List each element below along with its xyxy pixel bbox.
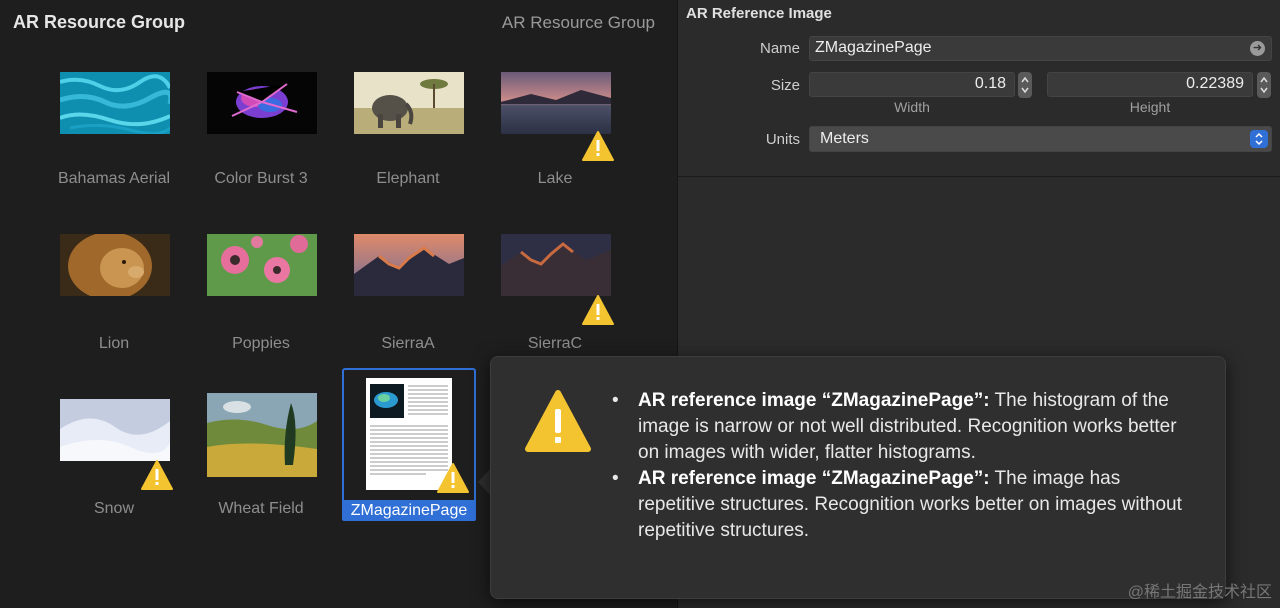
image-item-poppies[interactable]: Poppies — [187, 228, 335, 378]
warning-item: AR reference image “ZMagazinePage”: The … — [612, 388, 1202, 466]
inspector-divider — [678, 176, 1280, 177]
image-item-sierra-a[interactable]: SierraA — [334, 228, 482, 378]
name-label: Name — [759, 40, 800, 57]
xcode-ar-editor: AR Resource Group AR Resource Group Baha… — [0, 0, 1280, 608]
warning-icon[interactable] — [581, 130, 615, 162]
group-title-secondary: AR Resource Group — [501, 13, 655, 32]
image-item-elephant[interactable]: Elephant — [334, 66, 482, 216]
thumbnail-elephant — [354, 72, 464, 134]
image-item-lake[interactable]: Lake — [481, 66, 629, 216]
height-value: 0.22389 — [1186, 75, 1244, 92]
image-caption: Color Burst 3 — [214, 170, 308, 187]
image-caption: Snow — [93, 500, 135, 517]
image-caption: SierraA — [381, 335, 435, 352]
thumbnail-lake — [501, 72, 611, 134]
warning-icon[interactable] — [581, 294, 615, 326]
image-caption: Lake — [537, 170, 573, 187]
thumbnail-bahamas — [60, 72, 170, 134]
name-value: ZMagazinePage — [815, 39, 932, 56]
thumbnail-snow — [60, 399, 170, 461]
warning-icon[interactable] — [436, 462, 470, 494]
width-stepper[interactable] — [1018, 72, 1032, 98]
image-caption: Elephant — [376, 170, 440, 187]
thumbnail-lion — [60, 234, 170, 296]
image-item-lion[interactable]: Lion — [40, 228, 188, 378]
units-value: Meters — [820, 130, 869, 147]
image-item-snow[interactable]: Snow — [40, 393, 188, 543]
height-label: Height — [1129, 99, 1171, 115]
warning-large-icon — [524, 389, 592, 455]
thumbnail-color-burst — [207, 72, 317, 134]
warning-list: AR reference image “ZMagazinePage”: The … — [612, 388, 1202, 544]
group-title: AR Resource Group — [13, 12, 186, 32]
units-label: Units — [765, 131, 800, 148]
image-caption: SierraC — [527, 335, 583, 352]
go-arrow-icon[interactable]: ➜ — [1250, 41, 1265, 56]
image-item-bahamas[interactable]: Bahamas Aerial — [40, 66, 188, 216]
width-value: 0.18 — [974, 75, 1006, 92]
thumbnail-sierra-c — [501, 234, 611, 296]
image-caption: Poppies — [232, 335, 290, 352]
name-field[interactable]: ZMagazinePage ➜ — [809, 36, 1272, 61]
inspector-title: AR Reference Image — [686, 5, 832, 22]
width-field[interactable]: 0.18 — [809, 72, 1015, 97]
thumbnail-wheat-field — [207, 393, 317, 477]
height-stepper[interactable] — [1257, 72, 1271, 98]
selected-image-caption: ZMagazinePage — [342, 500, 476, 521]
image-caption: Wheat Field — [218, 500, 304, 517]
image-item-wheat-field[interactable]: Wheat Field — [187, 393, 335, 543]
watermark: @稀土掘金技术社区 — [1127, 584, 1272, 601]
thumbnail-sierra-a — [354, 234, 464, 296]
size-label: Size — [770, 77, 800, 94]
warning-item: AR reference image “ZMagazinePage”: The … — [612, 466, 1202, 544]
units-select[interactable]: Meters — [809, 126, 1272, 152]
warning-icon[interactable] — [140, 459, 174, 491]
image-caption: Bahamas Aerial — [57, 170, 171, 187]
width-label: Width — [894, 99, 930, 115]
thumbnail-poppies — [207, 234, 317, 296]
image-caption: Lion — [98, 335, 130, 352]
select-chevron-icon — [1250, 130, 1268, 148]
height-field[interactable]: 0.22389 — [1047, 72, 1253, 97]
image-item-color-burst[interactable]: Color Burst 3 — [187, 66, 335, 216]
